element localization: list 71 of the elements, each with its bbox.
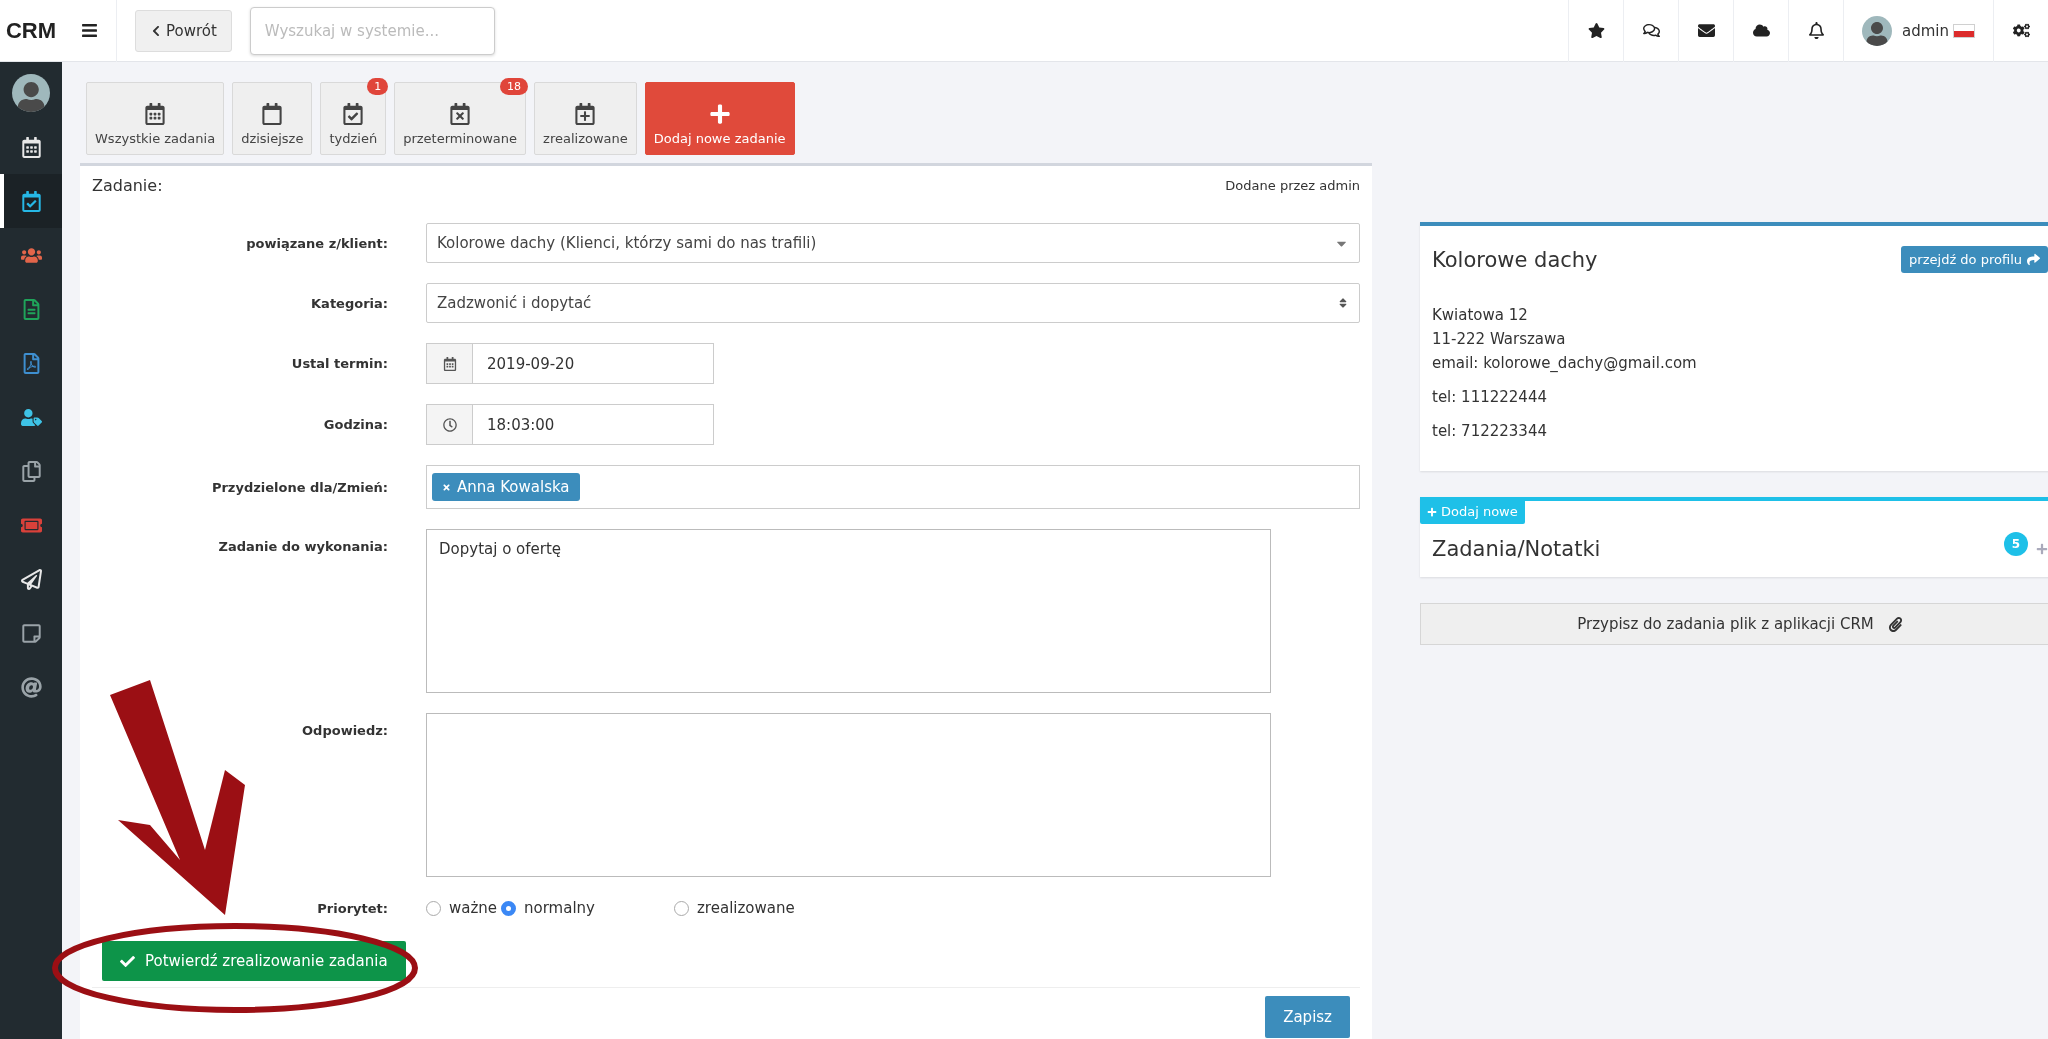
plus-icon bbox=[708, 103, 731, 125]
cloud-icon bbox=[1752, 22, 1770, 39]
calendar-plus-icon bbox=[574, 103, 597, 125]
back-button[interactable]: Powrót bbox=[135, 9, 232, 52]
filter-button[interactable]: zrealizowane bbox=[534, 82, 637, 155]
category-select[interactable]: Zadzwonić i dopytać bbox=[426, 283, 1360, 323]
envelope-icon bbox=[1697, 22, 1715, 39]
count-badge: 5 bbox=[2004, 532, 2028, 556]
assignee-field[interactable]: Anna Kowalska bbox=[426, 465, 1360, 509]
field-label: Przydzielone dla/Zmień: bbox=[211, 479, 388, 495]
radio-label: ważne bbox=[449, 899, 499, 917]
field-label: Priorytet: bbox=[317, 900, 388, 916]
phone-line: tel: 111222444 bbox=[1432, 387, 1548, 408]
field-label: Zadanie do wykonania: bbox=[218, 539, 388, 554]
time-field[interactable]: 18:03:00 bbox=[426, 404, 714, 445]
gears-icon bbox=[2012, 22, 2030, 39]
field-label: Godzina: bbox=[323, 417, 388, 432]
paperclip-icon bbox=[1887, 616, 1903, 632]
address-line: Kwiatowa 12 bbox=[1432, 305, 1529, 326]
calendar-check-icon bbox=[342, 103, 365, 125]
calendar-icon bbox=[442, 356, 457, 371]
search-field[interactable]: Wyszukaj w systemie... bbox=[249, 6, 495, 55]
sort-arrows-icon bbox=[1337, 297, 1349, 309]
check-icon bbox=[120, 953, 135, 969]
filter-button[interactable]: Wszystkie zadania bbox=[86, 82, 225, 155]
radio-button[interactable] bbox=[426, 900, 441, 916]
address-line: email: kolorowe_dachy@gmail.com bbox=[1432, 353, 1698, 374]
plus-icon bbox=[1427, 506, 1437, 517]
count-badge: 18 bbox=[500, 78, 529, 95]
radio-button[interactable] bbox=[501, 900, 516, 916]
star-icon bbox=[1587, 22, 1605, 39]
radio-button[interactable] bbox=[674, 900, 689, 916]
date-field[interactable]: 2019-09-20 bbox=[426, 343, 714, 384]
app-logo: CRM bbox=[4, 17, 58, 44]
chevron-left-icon bbox=[150, 24, 162, 37]
flag-icon bbox=[1953, 23, 1975, 38]
phone-line: tel: 712223344 bbox=[1432, 421, 1548, 442]
attach-file-button[interactable]: Przypisz do zadania plik z aplikacji CRM bbox=[1420, 603, 2048, 645]
calendar-icon bbox=[144, 103, 167, 125]
profile-button[interactable]: przejdź do profilu bbox=[1901, 246, 2048, 273]
filter-button[interactable]: dzisiejsze bbox=[232, 82, 313, 155]
field-label: Ustal termin: bbox=[291, 356, 388, 371]
close-icon bbox=[442, 482, 451, 492]
radio-label: normalny bbox=[524, 899, 596, 917]
address-line: 11-222 Warszawa bbox=[1432, 329, 1567, 350]
share-arrow-icon bbox=[2027, 253, 2040, 266]
count-badge: 1 bbox=[367, 78, 389, 95]
menu-icon bbox=[80, 22, 98, 39]
sidebar-item[interactable] bbox=[0, 174, 62, 228]
save-button[interactable]: Zapisz bbox=[1265, 996, 1350, 1038]
client-name: Kolorowe dachy bbox=[1432, 247, 1598, 272]
field-label: Kategoria: bbox=[311, 295, 388, 311]
chat-icon bbox=[1642, 22, 1660, 39]
user-avatar[interactable] bbox=[1862, 15, 1892, 46]
user-avatar[interactable] bbox=[12, 74, 50, 112]
task-textarea[interactable]: Dopytaj o ofertę bbox=[426, 529, 1271, 693]
notes-title: Zadania/Notatki bbox=[1432, 537, 1601, 561]
notifications-icon bbox=[1807, 22, 1825, 39]
calendar-x-icon bbox=[449, 103, 472, 125]
assignee-tag[interactable]: Anna Kowalska bbox=[432, 473, 580, 501]
radio-label: zrealizowane bbox=[697, 899, 796, 917]
calendar-icon bbox=[261, 103, 284, 125]
added-by-text: Dodane przez admin bbox=[1225, 178, 1360, 193]
confirm-button[interactable]: Potwierdź zrealizowanie zadania bbox=[102, 941, 406, 981]
form-title: Zadanie: bbox=[92, 176, 163, 195]
client-select[interactable]: Kolorowe dachy (Klienci, którzy sami do nas trafili) bbox=[426, 223, 1360, 263]
field-label: Odpowiedz: bbox=[302, 723, 388, 738]
user-name[interactable]: admin bbox=[1902, 21, 1949, 40]
clock-icon bbox=[442, 417, 457, 432]
field-label: powiązane z/klient: bbox=[246, 235, 388, 251]
add-task-button[interactable]: Dodaj nowe zadanie bbox=[644, 82, 795, 155]
